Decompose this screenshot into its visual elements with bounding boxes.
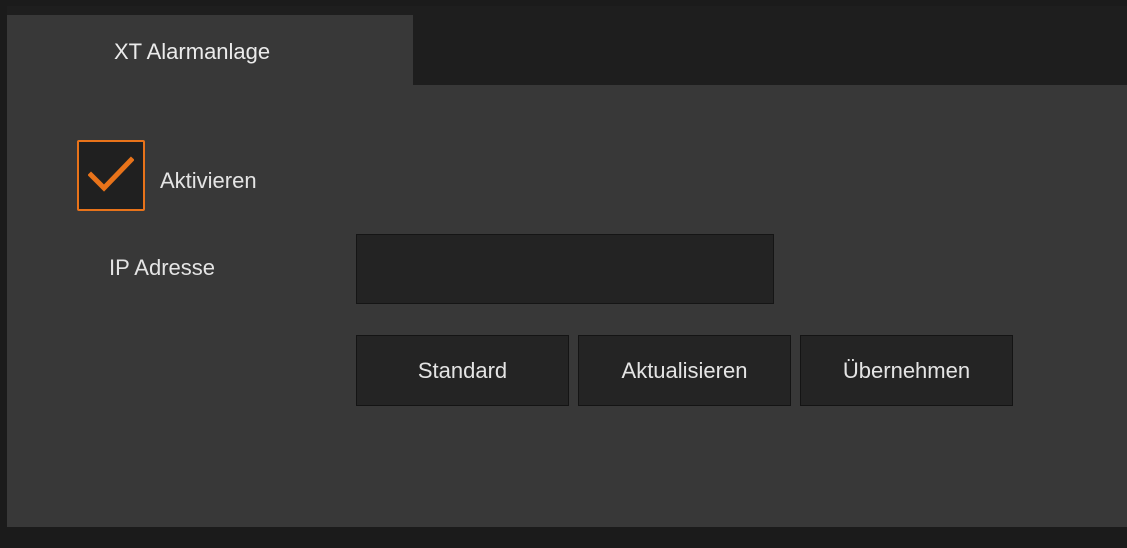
activate-label: Aktivieren <box>160 168 257 193</box>
bottom-strip <box>0 527 1127 548</box>
checkmark-icon <box>88 156 134 192</box>
tab-label: XT Alarmanlage <box>114 39 271 64</box>
ip-address-label: IP Adresse <box>109 255 215 280</box>
refresh-button[interactable]: Aktualisieren <box>578 335 791 406</box>
standard-button[interactable]: Standard <box>356 335 569 406</box>
apply-button[interactable]: Übernehmen <box>800 335 1013 406</box>
ip-address-input[interactable] <box>356 234 774 304</box>
tab-xt-alarmanlage[interactable]: XT Alarmanlage <box>7 15 413 86</box>
settings-panel <box>7 85 1127 527</box>
activate-checkbox[interactable] <box>77 140 145 211</box>
